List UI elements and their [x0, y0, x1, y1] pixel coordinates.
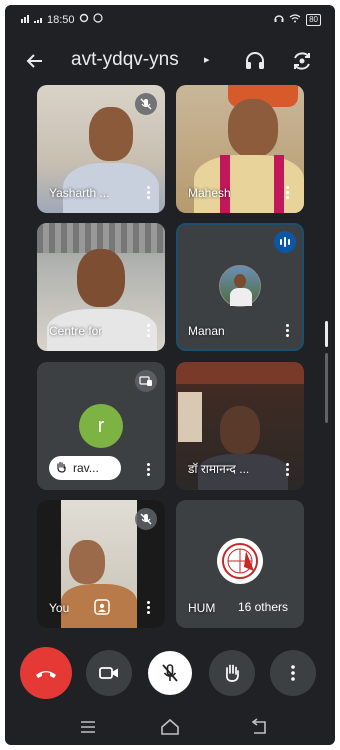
raised-hand-icon	[55, 461, 67, 476]
more-options-icon[interactable]	[145, 462, 151, 478]
camera-toggle-button[interactable]	[86, 650, 132, 696]
recent-apps-icon[interactable]	[77, 717, 99, 737]
caret-right-icon[interactable]: ▸	[204, 53, 210, 66]
self-video-tile[interactable]: You	[37, 500, 165, 628]
others-count-chip[interactable]: 16 others	[227, 594, 298, 620]
raised-hand-chip[interactable]: rav...	[49, 456, 121, 480]
whatsapp-icon	[92, 13, 103, 26]
more-options-icon[interactable]	[284, 323, 290, 339]
participant-avatar: r	[79, 404, 123, 448]
scroll-track	[325, 353, 328, 423]
end-call-icon	[36, 671, 56, 678]
background-effects-icon[interactable]	[93, 598, 111, 616]
meeting-code[interactable]: avt-ydqv-yns	[71, 49, 179, 71]
participant-name: You	[49, 601, 70, 615]
more-vertical-icon	[291, 665, 295, 681]
more-options-icon[interactable]	[145, 185, 151, 201]
status-bar: 18:50 80	[5, 13, 335, 29]
hand-icon	[226, 664, 239, 682]
video-camera-icon	[99, 667, 118, 679]
back-arrow-icon[interactable]	[23, 49, 47, 73]
participant-tile[interactable]: HUM 16 others	[176, 500, 304, 628]
audio-output-icon[interactable]	[243, 49, 267, 73]
more-options-icon[interactable]	[284, 462, 290, 478]
end-call-button[interactable]	[20, 647, 72, 699]
participant-tile[interactable]: Yasharth ...	[37, 85, 165, 213]
more-options-icon[interactable]	[145, 323, 151, 339]
mic-off-icon	[162, 664, 178, 682]
participant-name: Centre for	[49, 324, 103, 338]
participant-name: डॉ रामानन्द ...	[188, 462, 250, 476]
hum-logo	[217, 538, 263, 584]
mic-off-icon	[135, 93, 157, 115]
meet-screen: 18:50 80 avt-ydqv-yns ▸ Yasharth ... Mah…	[5, 5, 335, 745]
screen-present-icon	[135, 370, 157, 392]
participant-name: Mahesh	[188, 186, 231, 200]
home-icon[interactable]	[159, 717, 181, 737]
signal-icon	[21, 13, 43, 26]
speaking-indicator-icon	[274, 231, 296, 253]
more-options-icon[interactable]	[145, 600, 151, 616]
switch-camera-icon[interactable]	[290, 49, 314, 73]
scroll-thumb[interactable]	[325, 321, 328, 347]
battery-icon: 80	[306, 13, 321, 26]
sync-icon	[79, 13, 89, 26]
more-actions-button[interactable]	[270, 650, 316, 696]
participant-name: Yasharth ...	[49, 186, 110, 200]
headset-status-icon	[274, 13, 284, 26]
more-options-icon[interactable]	[284, 185, 290, 201]
participant-tile-active-speaker[interactable]: Manan	[176, 223, 304, 351]
raise-hand-button[interactable]	[209, 650, 255, 696]
participant-avatar	[219, 265, 261, 307]
participant-tile[interactable]: Centre for	[37, 223, 165, 351]
participant-name: Manan	[188, 324, 225, 338]
raised-hand-name: rav...	[73, 461, 99, 475]
participant-tile[interactable]: Mahesh	[176, 85, 304, 213]
mic-off-icon	[135, 508, 157, 530]
meeting-header: avt-ydqv-yns ▸	[5, 41, 335, 81]
wifi-icon	[289, 13, 301, 26]
back-nav-icon[interactable]	[248, 717, 270, 737]
participant-name: HUM	[188, 601, 216, 615]
clock: 18:50	[47, 13, 75, 26]
microphone-toggle-button[interactable]	[148, 651, 192, 695]
participant-tile[interactable]: r rav...	[37, 362, 165, 490]
participant-tile[interactable]: डॉ रामानन्द ...	[176, 362, 304, 490]
